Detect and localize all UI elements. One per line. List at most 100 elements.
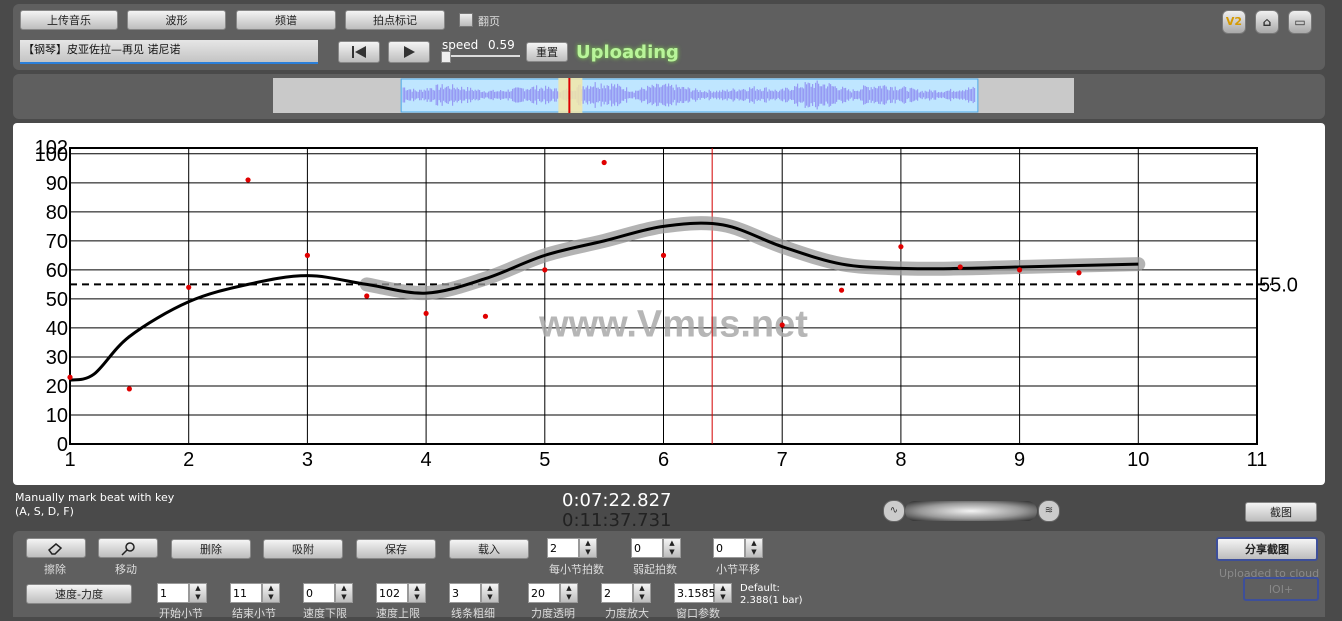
x-tick-label: 9 bbox=[1014, 449, 1025, 471]
beat-point[interactable] bbox=[245, 177, 251, 183]
y-tick-label: 80 bbox=[46, 202, 68, 224]
wave-small-icon: ∿ bbox=[883, 500, 905, 522]
beats-per-bar-stepper[interactable]: 2 ▲ ▼ bbox=[547, 538, 597, 560]
page-turn-checkbox[interactable] bbox=[459, 13, 473, 27]
end-bar-value[interactable]: 11 bbox=[230, 583, 262, 603]
beat-point[interactable] bbox=[601, 159, 607, 166]
start-bar-value[interactable]: 1 bbox=[157, 583, 189, 603]
x-tick-label: 7 bbox=[777, 449, 788, 471]
ioi-button[interactable]: IOI+ bbox=[1243, 577, 1319, 601]
erase-label: 擦除 bbox=[44, 563, 66, 576]
delete-button[interactable]: 删除 bbox=[171, 539, 251, 559]
tempo-max-stepper[interactable]: 102 ▲ ▼ bbox=[376, 583, 426, 605]
save-button[interactable]: 保存 bbox=[356, 539, 436, 559]
hint-line-2: (A, S, D, F) bbox=[15, 505, 74, 518]
tempo-dynamics-button[interactable]: 速度-力度 bbox=[26, 584, 132, 604]
share-screenshot-button[interactable]: 分享截图 bbox=[1216, 537, 1318, 561]
beat-point[interactable] bbox=[1076, 270, 1082, 276]
tempo-max-value[interactable]: 102 bbox=[376, 583, 408, 603]
beat-point[interactable] bbox=[779, 322, 785, 328]
window-param-value[interactable]: 3.1585 bbox=[674, 583, 716, 603]
beat-mark-button[interactable]: 拍点标记 bbox=[345, 10, 445, 30]
upbeat-stepper[interactable]: 0 ▲ ▼ bbox=[631, 538, 681, 560]
beat-point[interactable] bbox=[304, 252, 310, 258]
line-width-value[interactable]: 3 bbox=[449, 583, 481, 603]
skip-back-icon bbox=[352, 46, 366, 58]
line-width-stepper[interactable]: 3 ▲ ▼ bbox=[449, 583, 499, 605]
end-bar-label: 结束小节 bbox=[232, 607, 276, 620]
dynamics-scale-value[interactable]: 2 bbox=[601, 583, 633, 603]
screenshot-button[interactable]: 截图 bbox=[1245, 502, 1317, 522]
upbeat-value[interactable]: 0 bbox=[631, 538, 663, 558]
snap-button[interactable]: 吸附 bbox=[263, 539, 343, 559]
beat-point[interactable] bbox=[838, 287, 845, 293]
beat-point[interactable] bbox=[364, 293, 370, 299]
tempo-chart[interactable]: 1 2 3 4 5 6 7 8 9 10 110102030405060708090100102ww… bbox=[13, 123, 1325, 485]
stepper-arrows[interactable]: ▲ ▼ bbox=[579, 538, 597, 558]
hint-line-1: Manually mark beat with key bbox=[15, 491, 175, 504]
beat-point[interactable] bbox=[660, 252, 667, 258]
load-button[interactable]: 载入 bbox=[449, 539, 529, 559]
move-button[interactable] bbox=[98, 538, 158, 558]
beat-point[interactable] bbox=[957, 264, 963, 270]
tempo-min-label: 速度下限 bbox=[303, 607, 347, 620]
move-label: 移动 bbox=[115, 563, 137, 576]
bar-shift-value[interactable]: 0 bbox=[713, 538, 745, 558]
y-tick-label: 90 bbox=[46, 173, 68, 195]
x-tick-label: 4 bbox=[421, 449, 432, 471]
start-bar-stepper[interactable]: 1 ▲ ▼ bbox=[157, 583, 207, 605]
stepper-arrows[interactable]: ▲ ▼ bbox=[633, 583, 651, 603]
fullscreen-icon[interactable]: ▭ bbox=[1288, 10, 1312, 34]
speed-value: 0.59 bbox=[488, 38, 515, 52]
beat-point[interactable] bbox=[423, 310, 429, 317]
stepper-arrows[interactable]: ▲ ▼ bbox=[189, 583, 207, 603]
dynamics-scale-stepper[interactable]: 2 ▲ ▼ bbox=[601, 583, 651, 605]
prev-button[interactable] bbox=[338, 41, 380, 63]
x-tick-label: 3 bbox=[302, 449, 313, 471]
y-tick-label: 40 bbox=[46, 318, 68, 340]
y-tick-label: 70 bbox=[46, 231, 68, 253]
line-width-label: 线条粗细 bbox=[451, 607, 495, 620]
opacity-stepper[interactable]: 20 ▲ ▼ bbox=[528, 583, 578, 605]
stepper-arrows[interactable]: ▲ ▼ bbox=[335, 583, 353, 603]
stepper-arrows[interactable]: ▲ ▼ bbox=[481, 583, 499, 603]
time-current: 0:07:22.827 bbox=[562, 490, 672, 511]
beat-point[interactable] bbox=[186, 284, 192, 290]
tempo-min-value[interactable]: 0 bbox=[303, 583, 335, 603]
waveform-button[interactable]: 波形 bbox=[127, 10, 226, 30]
beat-point[interactable] bbox=[898, 244, 904, 250]
beat-point[interactable] bbox=[482, 313, 489, 319]
tempo-min-stepper[interactable]: 0 ▲ ▼ bbox=[303, 583, 353, 605]
stepper-arrows[interactable]: ▲ ▼ bbox=[262, 583, 280, 603]
waveform-overview[interactable] bbox=[273, 78, 1074, 113]
speed-slider-track[interactable] bbox=[444, 55, 520, 57]
upload-music-button[interactable]: 上传音乐 bbox=[20, 10, 118, 30]
end-bar-stepper[interactable]: 11 ▲ ▼ bbox=[230, 583, 280, 605]
home-icon[interactable]: ⌂ bbox=[1255, 10, 1279, 34]
beat-point[interactable] bbox=[542, 267, 548, 273]
spectrum-button[interactable]: 频谱 bbox=[236, 10, 336, 30]
beat-point[interactable] bbox=[1017, 267, 1023, 273]
v2-icon[interactable]: V2 bbox=[1222, 10, 1246, 34]
beat-point[interactable] bbox=[126, 386, 132, 392]
opacity-value[interactable]: 20 bbox=[528, 583, 560, 603]
reset-button[interactable]: 重置 bbox=[526, 42, 568, 62]
beat-point[interactable] bbox=[67, 374, 73, 380]
upload-status: Uploading bbox=[576, 42, 679, 63]
window-param-stepper[interactable]: 3.1585 ▲ ▼ bbox=[674, 583, 732, 605]
stepper-arrows[interactable]: ▲ ▼ bbox=[714, 583, 732, 603]
stepper-arrows[interactable]: ▲ ▼ bbox=[663, 538, 681, 558]
stepper-arrows[interactable]: ▲ ▼ bbox=[560, 583, 578, 603]
track-title-field[interactable]: 【钢琴】皮亚佐拉—再见 诺尼诺 bbox=[20, 40, 318, 64]
play-button[interactable] bbox=[388, 41, 430, 63]
erase-button[interactable] bbox=[26, 538, 86, 558]
stepper-arrows[interactable]: ▲ ▼ bbox=[745, 538, 763, 558]
volume-bar[interactable] bbox=[905, 501, 1037, 521]
bar-shift-stepper[interactable]: 0 ▲ ▼ bbox=[713, 538, 763, 560]
window-param-label: 窗口参数 bbox=[676, 607, 720, 620]
stepper-arrows[interactable]: ▲ ▼ bbox=[408, 583, 426, 603]
beats-per-bar-value[interactable]: 2 bbox=[547, 538, 579, 558]
speed-slider-thumb[interactable] bbox=[441, 51, 451, 63]
default-line-1: Default: bbox=[740, 583, 780, 594]
volume-control[interactable]: ∿ ≋ bbox=[883, 500, 1060, 522]
